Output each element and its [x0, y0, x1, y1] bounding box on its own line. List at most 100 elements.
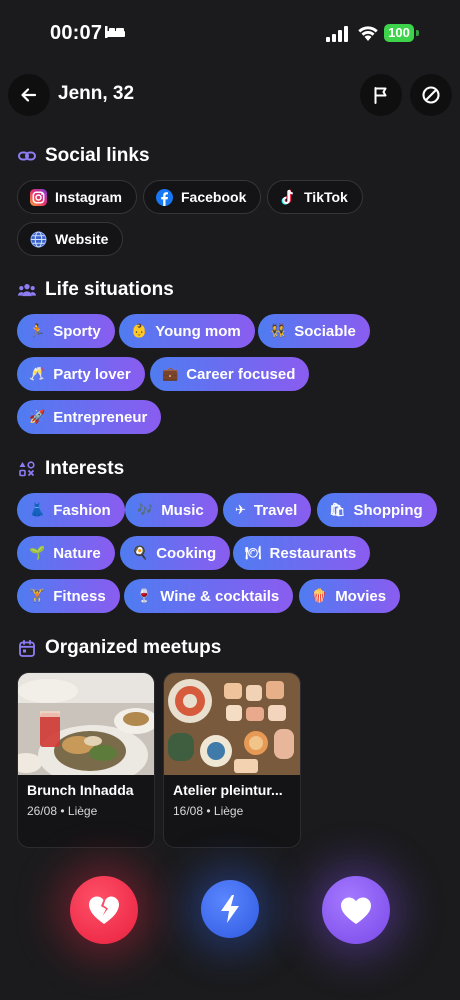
profile-name-age: Jenn, 32: [58, 83, 135, 104]
cellular-signal-icon: [326, 26, 348, 42]
section-title: Social links: [45, 145, 150, 166]
lightning-bolt-icon: [221, 895, 239, 923]
battery-indicator: 100: [384, 24, 414, 42]
meetup-image-brunch: [18, 673, 154, 785]
chip-label: Entrepreneur: [53, 408, 148, 426]
meetups-heading: Organized meetups: [18, 637, 221, 659]
interest-chip: 🍳 Cooking: [120, 536, 231, 570]
shapes-icon: [18, 460, 36, 478]
battery-nub: [416, 30, 419, 36]
section-title: Life situations: [45, 279, 174, 300]
meetup-image-atelier: [164, 673, 300, 775]
chip-label: Restaurants: [269, 544, 357, 562]
meetup-date-location: 26/08 • Liège: [27, 804, 98, 818]
champagne-icon: 🥂: [29, 366, 46, 381]
back-button[interactable]: [8, 74, 50, 116]
chip-label: Movies: [335, 587, 387, 605]
chip-label: Cooking: [156, 544, 217, 562]
report-button[interactable]: [360, 74, 402, 116]
chip-label: Wine & cocktails: [160, 587, 280, 605]
chip-label: Travel: [253, 501, 298, 519]
rocket-icon: 🚀: [29, 409, 46, 424]
runner-icon: 🏃: [29, 323, 46, 338]
wine-glass-icon: 🍷: [136, 588, 153, 603]
chip-label: Sociable: [294, 322, 356, 340]
dress-icon: 👗: [29, 502, 46, 517]
like-button[interactable]: [322, 876, 390, 944]
facebook-icon: [156, 188, 173, 206]
plate-icon: 🍽: [245, 545, 262, 560]
profile-header: Jenn, 32: [0, 72, 460, 118]
life-situation-chip: 🚀 Entrepreneur: [17, 400, 162, 434]
interest-chip: 🛍 Shopping: [317, 493, 437, 527]
meetup-title: Brunch Inhadda: [27, 782, 134, 798]
chip-label: Party lover: [53, 365, 131, 383]
chip-label: Sporty: [53, 322, 101, 340]
interest-chip: 🌱 Nature: [17, 536, 115, 570]
interest-chip: 🍷 Wine & cocktails: [124, 579, 294, 613]
airplane-icon: ✈: [235, 502, 246, 517]
chip-label: Website: [55, 231, 109, 247]
chip-label: Career focused: [186, 365, 296, 383]
popcorn-icon: 🍿: [311, 588, 328, 603]
tiktok-icon: [280, 189, 296, 206]
social-link-website[interactable]: Website: [17, 222, 124, 256]
weightlifter-icon: 🏋: [29, 588, 46, 603]
life-situation-chip: 💼 Career focused: [150, 357, 310, 391]
interests-heading: Interests: [18, 458, 124, 480]
music-notes-icon: 🎶: [137, 502, 154, 517]
interest-chip: 🍽 Restaurants: [233, 536, 371, 570]
interest-chip: 🎶 Music: [125, 493, 218, 527]
life-situation-chip: 🥂 Party lover: [17, 357, 145, 391]
broken-heart-icon: [89, 896, 119, 924]
interest-chip: 🏋 Fitness: [17, 579, 120, 613]
wifi-icon: [358, 26, 378, 41]
chip-label: Shopping: [353, 501, 423, 519]
link-icon: [18, 147, 36, 165]
instagram-icon: [30, 188, 47, 206]
section-title: Organized meetups: [45, 637, 222, 658]
bed-icon: [105, 26, 125, 38]
section-title: Interests: [45, 458, 125, 479]
chip-label: Nature: [53, 544, 101, 562]
interest-chip: ✈ Travel: [223, 493, 312, 527]
pass-button[interactable]: [70, 876, 138, 944]
social-link-facebook[interactable]: Facebook: [143, 180, 262, 214]
chip-label: Fashion: [53, 501, 111, 519]
chip-label: Music: [161, 501, 204, 519]
life-situation-chip: 👯 Sociable: [258, 314, 370, 348]
meetup-date-location: 16/08 • Liège: [173, 804, 244, 818]
chip-label: TikTok: [304, 189, 348, 205]
meetup-title: Atelier pleintur...: [173, 782, 283, 798]
meetup-card-atelier[interactable]: Atelier pleintur... 16/08 • Liège: [163, 672, 301, 848]
arrow-left-icon: [21, 88, 37, 102]
heart-icon: [341, 897, 371, 924]
social-link-instagram[interactable]: Instagram: [17, 180, 137, 214]
people-icon: [18, 281, 36, 299]
baby-icon: 👶: [131, 323, 148, 338]
boost-button[interactable]: [201, 880, 259, 938]
chip-label: Instagram: [55, 189, 122, 205]
chip-label: Young mom: [155, 322, 241, 340]
social-link-tiktok[interactable]: TikTok: [267, 180, 363, 214]
flag-icon: [374, 87, 387, 104]
dancers-icon: 👯: [270, 323, 287, 338]
frying-pan-icon: 🍳: [132, 545, 149, 560]
life-situations-heading: Life situations: [18, 279, 174, 301]
social-links-heading: Social links: [18, 145, 150, 167]
seedling-icon: 🌱: [29, 545, 46, 560]
status-time: 00:07: [50, 22, 103, 44]
interest-chip: 🍿 Movies: [299, 579, 401, 613]
chip-label: Fitness: [53, 587, 106, 605]
briefcase-icon: 💼: [162, 366, 179, 381]
life-situation-chip: 🏃 Sporty: [17, 314, 115, 348]
shopping-bags-icon: 🛍: [329, 502, 346, 517]
interest-chip: 👗 Fashion: [17, 493, 125, 527]
life-situation-chip: 👶 Young mom: [119, 314, 255, 348]
block-button[interactable]: [410, 74, 452, 116]
chip-label: Facebook: [181, 189, 247, 205]
status-bar: 00:07 100: [0, 0, 460, 66]
globe-icon: [30, 231, 47, 248]
block-icon: [422, 86, 440, 104]
meetup-card-brunch[interactable]: Brunch Inhadda 26/08 • Liège: [17, 672, 155, 848]
